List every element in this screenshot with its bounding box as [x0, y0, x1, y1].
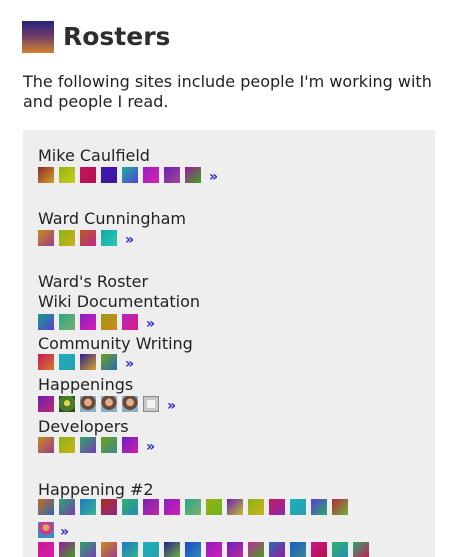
- site-flag-icon[interactable]: [185, 499, 201, 515]
- site-flag-icon[interactable]: [80, 499, 96, 515]
- site-flag-icon[interactable]: [101, 354, 117, 370]
- site-flag-icon[interactable]: [290, 499, 306, 515]
- site-flag-icon[interactable]: [59, 314, 75, 330]
- site-flag-icon[interactable]: [80, 167, 96, 183]
- roster-label[interactable]: Developers: [38, 417, 129, 437]
- site-flag-icon[interactable]: [143, 542, 159, 557]
- site-flag-icon[interactable]: [164, 542, 180, 557]
- more-sites-link[interactable]: »: [125, 233, 134, 247]
- roster-label[interactable]: Happenings: [38, 375, 133, 395]
- site-flag-icon[interactable]: [227, 542, 243, 557]
- roster-label[interactable]: Happening #2: [38, 480, 154, 500]
- site-flag-icon[interactable]: [353, 542, 369, 557]
- site-flag-icon[interactable]: [164, 167, 180, 183]
- rosters-page: Rosters The following sites include peop…: [0, 0, 454, 557]
- intro-paragraph: The following sites include people I'm w…: [23, 72, 432, 111]
- site-flag-icon[interactable]: [38, 396, 54, 412]
- site-flag-icon[interactable]: [122, 437, 138, 453]
- site-flag-icon[interactable]: [101, 437, 117, 453]
- site-flag-icon[interactable]: [59, 354, 75, 370]
- site-flag-icon[interactable]: [38, 167, 54, 183]
- site-flag-icon[interactable]: [101, 314, 117, 330]
- site-flag-icon[interactable]: [269, 499, 285, 515]
- person-face-icon[interactable]: [122, 396, 138, 412]
- site-flag-icon[interactable]: [248, 499, 264, 515]
- site-flag-icon[interactable]: [122, 499, 138, 515]
- person-face-icon[interactable]: [80, 396, 96, 412]
- site-flag-icon[interactable]: [227, 499, 243, 515]
- person-face-icon[interactable]: [101, 396, 117, 412]
- site-flag-icon[interactable]: [143, 499, 159, 515]
- site-flag-icon[interactable]: [59, 167, 75, 183]
- site-flag-icon[interactable]: [80, 437, 96, 453]
- site-flag-icon[interactable]: [290, 542, 306, 557]
- site-flag-icon[interactable]: [80, 542, 96, 557]
- site-flag-icon[interactable]: [248, 542, 264, 557]
- site-flag-icon[interactable]: [38, 354, 54, 370]
- site-flag-icon[interactable]: [185, 542, 201, 557]
- more-sites-link[interactable]: »: [125, 357, 134, 371]
- tree-face-icon[interactable]: [59, 396, 75, 412]
- site-flag-icon[interactable]: [38, 314, 54, 330]
- site-flag-icon[interactable]: [59, 499, 75, 515]
- site-flag-icon[interactable]: [269, 542, 285, 557]
- roster-label[interactable]: Ward Cunningham: [38, 209, 186, 229]
- more-sites-link[interactable]: »: [146, 317, 155, 331]
- roster-label[interactable]: Mike Caulfield: [38, 146, 150, 166]
- more-sites-link[interactable]: »: [146, 440, 155, 454]
- site-flag-icon[interactable]: [101, 499, 117, 515]
- sticker-face-icon[interactable]: [143, 396, 159, 412]
- site-logo-icon[interactable]: [22, 21, 54, 53]
- site-flag-icon[interactable]: [206, 499, 222, 515]
- site-flag-icon[interactable]: [332, 542, 348, 557]
- site-flag-icon[interactable]: [80, 314, 96, 330]
- site-flag-icon[interactable]: [59, 230, 75, 246]
- site-flag-icon[interactable]: [80, 354, 96, 370]
- site-flag-icon[interactable]: [164, 499, 180, 515]
- site-flag-icon[interactable]: [122, 314, 138, 330]
- site-flag-icon[interactable]: [332, 499, 348, 515]
- site-flag-icon[interactable]: [80, 230, 96, 246]
- roster-label[interactable]: Wiki Documentation: [38, 292, 200, 312]
- site-flag-icon[interactable]: [38, 499, 54, 515]
- page-title: Rosters: [63, 22, 171, 51]
- site-flag-icon[interactable]: [101, 230, 117, 246]
- site-flag-icon[interactable]: [143, 167, 159, 183]
- site-flag-icon[interactable]: [311, 499, 327, 515]
- site-flag-icon[interactable]: [101, 167, 117, 183]
- figure-face-icon[interactable]: [38, 522, 54, 538]
- site-flag-icon[interactable]: [122, 167, 138, 183]
- site-flag-icon[interactable]: [311, 542, 327, 557]
- site-flag-icon[interactable]: [101, 542, 117, 557]
- site-flag-icon[interactable]: [59, 542, 75, 557]
- site-flag-icon[interactable]: [122, 542, 138, 557]
- roster-panel: Mike Caulfield » Ward Cunningham » Ward's Ro…: [23, 130, 435, 557]
- site-flag-icon[interactable]: [38, 437, 54, 453]
- site-flag-icon[interactable]: [185, 167, 201, 183]
- more-sites-link[interactable]: »: [60, 525, 69, 539]
- more-sites-link[interactable]: »: [209, 170, 218, 184]
- site-flag-icon[interactable]: [38, 230, 54, 246]
- site-flag-icon[interactable]: [38, 542, 54, 557]
- site-flag-icon[interactable]: [59, 437, 75, 453]
- more-sites-link[interactable]: »: [167, 399, 176, 413]
- site-flag-icon[interactable]: [206, 542, 222, 557]
- page-header: Rosters: [22, 21, 170, 53]
- roster-label[interactable]: Community Writing: [38, 334, 193, 354]
- roster-label[interactable]: Ward's Roster: [38, 272, 148, 292]
